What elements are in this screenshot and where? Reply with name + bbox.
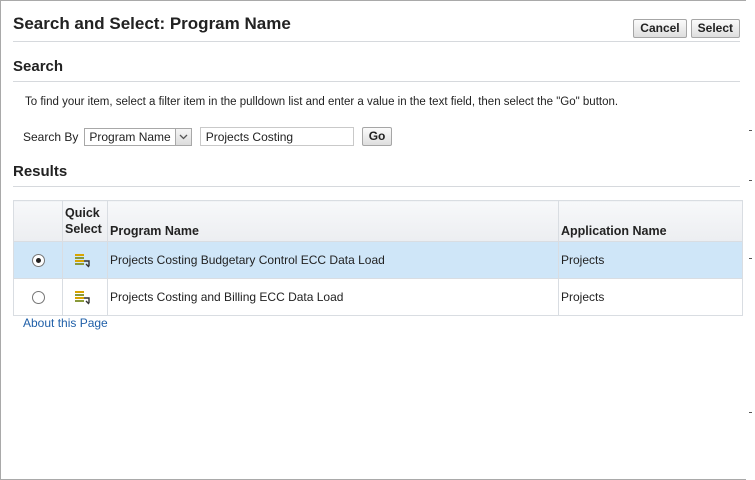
row-radio-button[interactable] bbox=[31, 254, 45, 268]
quick-select-column-header: Quick Select bbox=[62, 200, 108, 242]
quick-select-icon[interactable] bbox=[74, 290, 91, 305]
application-name-cell: Projects bbox=[558, 278, 743, 316]
program-name-column-header: Program Name bbox=[107, 200, 559, 242]
search-divider bbox=[13, 81, 740, 82]
results-table: Quick Select Program Name Application Na… bbox=[13, 200, 743, 316]
table-row[interactable]: Projects Costing and Billing ECC Data Lo… bbox=[13, 278, 743, 316]
quick-select-cell bbox=[62, 278, 108, 316]
results-header-row: Quick Select Program Name Application Na… bbox=[13, 200, 743, 242]
row-radio-button[interactable] bbox=[31, 291, 45, 305]
dialog-title: Search and Select: Program Name bbox=[13, 14, 291, 33]
search-select-dialog: Search and Select: Program Name Cancel S… bbox=[0, 0, 755, 480]
edge-mark bbox=[749, 130, 752, 131]
chevron-down-icon[interactable] bbox=[174, 128, 191, 145]
search-heading: Search bbox=[13, 58, 64, 75]
search-by-selected-value: Program Name bbox=[89, 129, 171, 144]
title-divider bbox=[13, 41, 740, 42]
window-edge bbox=[746, 0, 755, 480]
edge-mark bbox=[749, 412, 752, 413]
application-name-cell: Projects bbox=[558, 241, 743, 279]
go-button[interactable]: Go bbox=[361, 127, 393, 146]
row-select-cell bbox=[13, 278, 63, 316]
search-value-input[interactable] bbox=[199, 127, 354, 146]
search-by-select[interactable]: Program Name bbox=[84, 127, 192, 146]
edge-mark bbox=[749, 258, 752, 259]
results-divider bbox=[13, 186, 740, 187]
edge-mark bbox=[749, 180, 752, 181]
dialog-actions: Cancel Select bbox=[633, 19, 740, 38]
row-select-cell bbox=[13, 241, 63, 279]
search-row: Search By Program Name Go bbox=[23, 127, 393, 146]
quick-select-header-line2: Select bbox=[65, 222, 102, 236]
about-this-page-link[interactable]: About this Page bbox=[23, 316, 108, 330]
table-row[interactable]: Projects Costing Budgetary Control ECC D… bbox=[13, 241, 743, 279]
cancel-button[interactable]: Cancel bbox=[633, 19, 687, 38]
program-name-cell: Projects Costing and Billing ECC Data Lo… bbox=[107, 278, 559, 316]
quick-select-icon[interactable] bbox=[74, 253, 91, 268]
quick-select-header-line1: Quick bbox=[65, 206, 100, 220]
application-name-column-header: Application Name bbox=[558, 200, 743, 242]
results-heading: Results bbox=[13, 163, 68, 180]
program-name-cell: Projects Costing Budgetary Control ECC D… bbox=[107, 241, 559, 279]
quick-select-cell bbox=[62, 241, 108, 279]
select-column-header bbox=[13, 200, 63, 242]
search-instructions: To find your item, select a filter item … bbox=[25, 96, 619, 108]
select-button[interactable]: Select bbox=[690, 19, 740, 38]
search-by-label: Search By bbox=[23, 129, 79, 144]
